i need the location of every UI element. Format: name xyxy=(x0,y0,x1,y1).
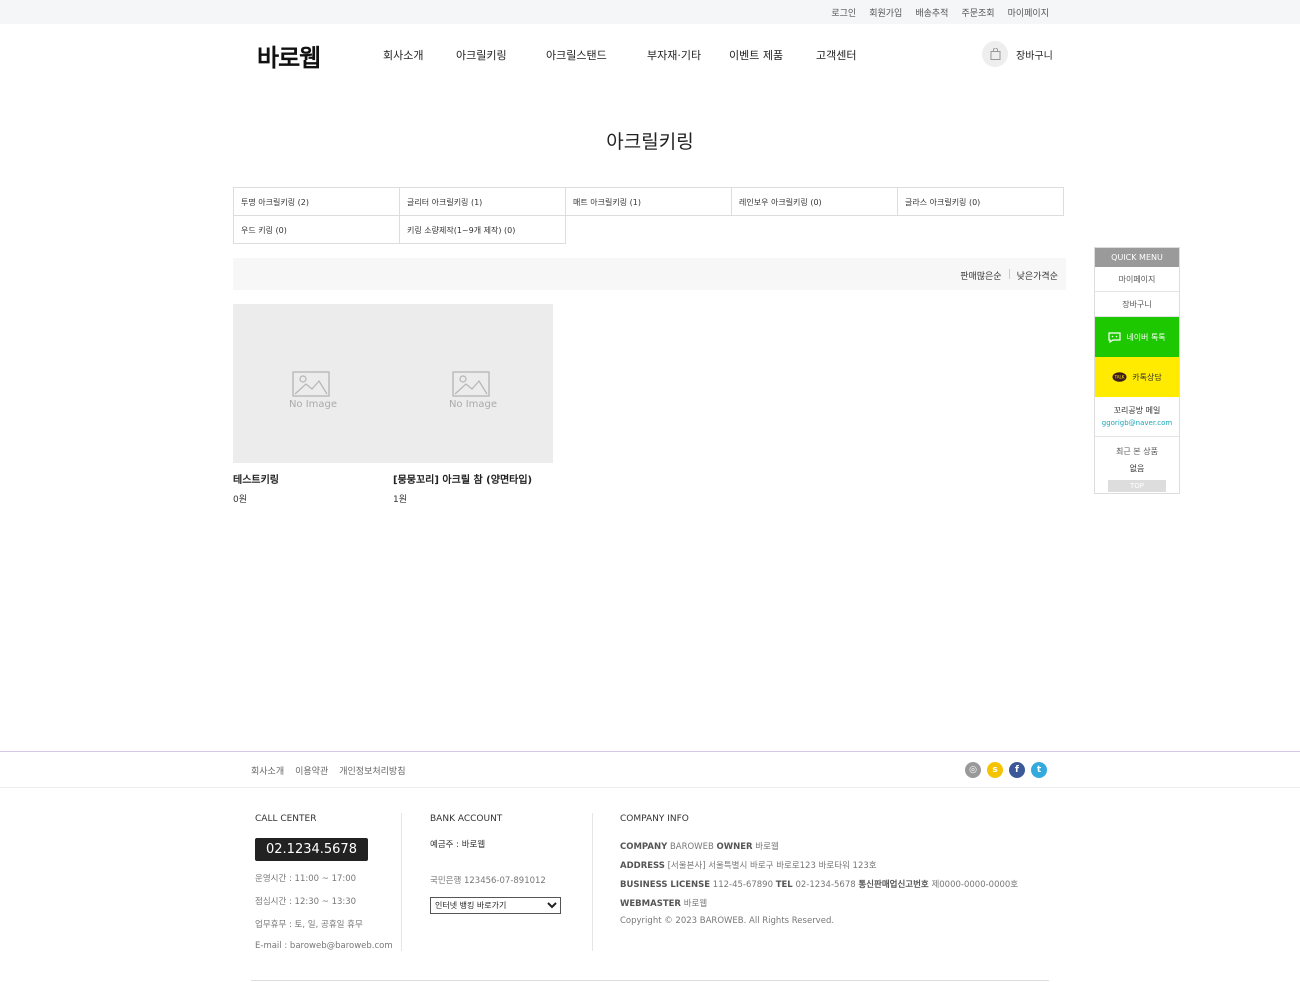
site-logo[interactable]: 바로웹 xyxy=(257,38,321,73)
footer-link-privacy[interactable]: 개인정보처리방침 xyxy=(339,764,405,777)
image-placeholder-icon xyxy=(451,371,491,401)
recent-empty: 없음 xyxy=(1129,464,1145,473)
page-title: 아크릴키링 xyxy=(606,131,694,153)
bank-title: BANK ACCOUNT xyxy=(430,814,503,824)
chat-bubble-icon xyxy=(1108,331,1121,343)
cart-label: 장바구니 xyxy=(1016,50,1053,62)
call-center: CALL CENTER 02.1234.5678 운영시간 : 11:00 ~ … xyxy=(255,814,393,951)
sort-bar: 판매많은순 낮은가격순 xyxy=(233,258,1066,290)
product-name[interactable]: [뭉뭉꼬리] 아크릴 참 (양면타입) xyxy=(393,471,532,486)
top-button[interactable]: TOP xyxy=(1108,480,1166,492)
order-lookup-link[interactable]: 주문조회 xyxy=(961,6,994,19)
join-link[interactable]: 회원가입 xyxy=(869,6,902,19)
nav-item-company[interactable]: 회사소개 xyxy=(383,47,423,63)
sns-links: ◎ s f t xyxy=(965,762,1047,778)
sort-divider xyxy=(1008,269,1010,279)
footer-link-company[interactable]: 회사소개 xyxy=(251,764,284,777)
company-info: COMPANY INFO COMPANY BAROWEB OWNER 바로웹 A… xyxy=(620,814,1018,926)
product-image[interactable]: No Image xyxy=(393,304,553,463)
kakaostory-icon[interactable]: s xyxy=(987,762,1003,778)
category-glitter-keyring[interactable]: 글리터 아크릴키링 (1) xyxy=(399,187,566,216)
product-name[interactable]: 테스트키링 xyxy=(233,471,279,486)
product-image[interactable]: No Image xyxy=(233,304,393,463)
call-center-tel: 02.1234.5678 xyxy=(255,838,368,861)
instagram-icon[interactable]: ◎ xyxy=(965,762,981,778)
top-utility-bar: 로그인 회원가입 배송추적 주문조회 마이페이지 xyxy=(0,0,1300,24)
kakao-talk-icon: TALK xyxy=(1112,371,1127,382)
hours: 운영시간 : 11:00 ~ 17:00 xyxy=(255,874,357,884)
product-price: 1원 xyxy=(393,495,408,505)
login-link[interactable]: 로그인 xyxy=(831,6,856,19)
bank-owner: 예금주 : 바로웹 xyxy=(430,840,486,850)
svg-text:TALK: TALK xyxy=(1114,374,1125,379)
mail-title: 꼬리공방 메일 xyxy=(1113,406,1161,415)
top-links: 로그인 회원가입 배송추적 주문조회 마이페이지 xyxy=(831,6,1049,19)
delivery-track-link[interactable]: 배송추적 xyxy=(915,6,948,19)
footer-column-divider xyxy=(592,813,593,951)
recent-products: 최근 본 상품 없음 xyxy=(1095,437,1179,474)
category-wood-keyring[interactable]: 우드 키링 (0) xyxy=(233,215,400,244)
quick-mypage[interactable]: 마이페이지 xyxy=(1095,267,1179,292)
license-line: BUSINESS LICENSE 112-45-67890 TEL 02-123… xyxy=(620,880,1019,890)
footer-column-divider xyxy=(401,813,402,951)
bank-account: BANK ACCOUNT 예금주 : 바로웹 국민은행 123456-07-89… xyxy=(430,814,561,914)
category-glass-keyring[interactable]: 글라스 아크릴키링 (0) xyxy=(897,187,1064,216)
nav-item-stand[interactable]: 아크릴스탠드 xyxy=(546,47,607,63)
company-info-title: COMPANY INFO xyxy=(620,814,689,824)
nav-item-event[interactable]: 이벤트 제품 xyxy=(729,47,783,63)
call-center-email: E-mail : baroweb@baroweb.com xyxy=(255,941,393,951)
kakao-talk-button[interactable]: TALK 카톡상담 xyxy=(1095,357,1179,397)
footer-links: 회사소개 이용약관 개인정보처리방침 xyxy=(251,764,406,777)
cart-button[interactable]: 장바구니 xyxy=(982,41,1053,67)
category-small-batch[interactable]: 키링 소량제작(1~9개 제작) (0) xyxy=(399,215,566,244)
mypage-link[interactable]: 마이페이지 xyxy=(1008,6,1049,19)
sort-low-price[interactable]: 낮은가격순 xyxy=(1017,269,1058,282)
quick-mail[interactable]: 꼬리공방 메일 ggorigb@naver.com xyxy=(1095,397,1179,437)
quick-menu: QUICK MENU 마이페이지 장바구니 네이버 톡톡 TALK 카톡상담 꼬… xyxy=(1094,247,1180,494)
sort-options: 판매많은순 낮은가격순 xyxy=(960,269,1058,282)
nav-item-support[interactable]: 고객센터 xyxy=(816,47,856,63)
twitter-icon[interactable]: t xyxy=(1031,762,1047,778)
address-line: ADDRESS [서울본사] 서울특별시 바로구 바로로123 바로타워 123… xyxy=(620,861,877,871)
shopping-bag-icon xyxy=(982,41,1008,67)
call-center-title: CALL CENTER xyxy=(255,814,317,824)
no-image-text: No Image xyxy=(288,399,338,410)
quick-cart[interactable]: 장바구니 xyxy=(1095,292,1179,317)
facebook-icon[interactable]: f xyxy=(1009,762,1025,778)
lunch-hours: 점심시간 : 12:30 ~ 13:30 xyxy=(255,897,357,907)
footer-bottom-line xyxy=(251,980,1049,981)
nav-item-parts[interactable]: 부자재·기타 xyxy=(647,47,701,63)
naver-talk-button[interactable]: 네이버 톡톡 xyxy=(1095,317,1179,357)
mail-address[interactable]: ggorigb@naver.com xyxy=(1095,419,1179,427)
recent-title: 최근 본 상품 xyxy=(1116,447,1158,456)
product-price: 0원 xyxy=(233,495,248,505)
no-image-text: No Image xyxy=(448,399,498,410)
company-line: COMPANY BAROWEB OWNER 바로웹 xyxy=(620,842,779,852)
category-matte-keyring[interactable]: 매트 아크릴키링 (1) xyxy=(565,187,732,216)
copyright: Copyright © 2023 BAROWEB. All Rights Res… xyxy=(620,916,835,926)
footer-divider xyxy=(0,751,1300,752)
holidays: 업무휴무 : 토, 일, 공휴일 휴무 xyxy=(255,920,363,930)
image-placeholder-icon xyxy=(291,371,331,401)
naver-talk-label: 네이버 톡톡 xyxy=(1126,332,1166,342)
bank-account-number: 국민은행 123456-07-891012 xyxy=(430,876,546,886)
sort-best-selling[interactable]: 판매많은순 xyxy=(960,269,1001,282)
kakao-talk-label: 카톡상담 xyxy=(1132,372,1162,382)
quick-menu-title: QUICK MENU xyxy=(1095,248,1179,267)
nav-item-keyring[interactable]: 아크릴키링 xyxy=(456,47,507,63)
category-rainbow-keyring[interactable]: 레인보우 아크릴키링 (0) xyxy=(731,187,898,216)
footer-link-terms[interactable]: 이용약관 xyxy=(295,764,328,777)
webmaster-line: WEBMASTER 바로웹 xyxy=(620,899,708,909)
internet-banking-select[interactable]: 인터넷 뱅킹 바로가기 xyxy=(430,897,561,914)
category-clear-keyring[interactable]: 투명 아크릴키링 (2) xyxy=(233,187,400,216)
